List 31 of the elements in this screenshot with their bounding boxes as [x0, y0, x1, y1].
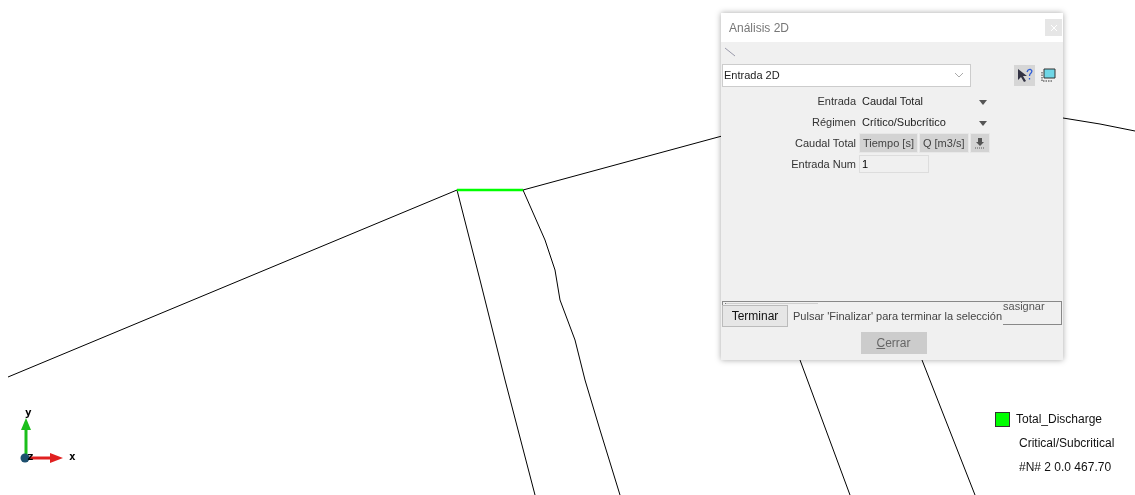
import-button[interactable]: [969, 133, 990, 153]
table-column-button[interactable]: Tiempo [s]: [859, 133, 918, 153]
legend-label: #N# 2 0.0 467.70: [1019, 460, 1112, 474]
axis-label: z: [27, 450, 34, 463]
legend-label: Critical/Subcritical: [1019, 436, 1115, 450]
number-field[interactable]: 1: [859, 155, 929, 173]
finish-button[interactable]: Terminar: [722, 305, 788, 327]
origin-dot: [20, 453, 30, 463]
window-title: Análisis 2D: [729, 20, 790, 35]
dropdown[interactable]: Crítico/Subcrítico: [859, 116, 987, 128]
line-icon[interactable]: [724, 47, 736, 57]
axis-label: y: [25, 406, 32, 419]
help-pointer-icon[interactable]: [1014, 64, 1035, 86]
close-icon: [1050, 24, 1057, 31]
chevron-down-icon: [954, 72, 964, 78]
selected-edge: [457, 188, 523, 192]
field-label: Entrada Num: [790, 157, 856, 172]
field-label: Régimen: [810, 115, 856, 130]
field-label: Caudal Total: [794, 136, 856, 151]
dropdown[interactable]: Caudal Total: [859, 95, 987, 107]
partial-label: sasignar: [1003, 300, 1045, 312]
scrollbar[interactable]: [725, 303, 818, 304]
close-dialog-button[interactable]: Cerrar: [860, 332, 927, 354]
table-column-button[interactable]: Q [m3/s]: [918, 133, 969, 153]
dropdown-arrow-icon: [979, 100, 987, 105]
legend-label: Total_Discharge: [1016, 412, 1103, 426]
field-label: Entrada: [816, 94, 856, 109]
entry-select[interactable]: Entrada 2D: [722, 63, 971, 87]
axis-label: x: [69, 450, 76, 463]
download-icon: [973, 137, 986, 149]
dropdown-arrow-icon: [979, 121, 987, 126]
